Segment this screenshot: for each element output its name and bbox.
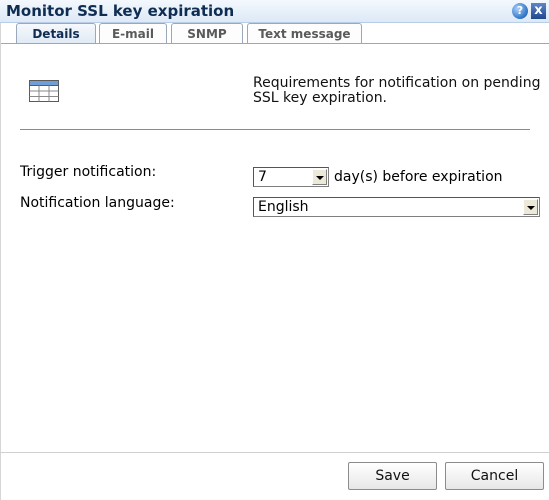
tab-snmp[interactable]: SNMP <box>171 23 243 43</box>
notification-language-select[interactable]: English <box>253 197 540 217</box>
monitor-ssl-dialog: Monitor SSL key expiration ? x Details E… <box>0 0 549 500</box>
dialog-left-border <box>0 23 1 500</box>
trigger-notification-label: Trigger notification: <box>20 164 157 180</box>
help-icon[interactable]: ? <box>512 3 528 19</box>
close-icon[interactable]: x <box>531 3 546 19</box>
notification-language-value: English <box>258 199 309 215</box>
tab-email[interactable]: E-mail <box>99 23 167 43</box>
dialog-title: Monitor SSL key expiration <box>6 2 235 20</box>
trigger-suffix-label: day(s) before expiration <box>334 169 503 185</box>
header-divider <box>20 129 530 130</box>
chevron-down-icon[interactable] <box>523 199 538 215</box>
cancel-button[interactable]: Cancel <box>445 462 544 490</box>
notification-language-label: Notification language: <box>20 195 175 211</box>
trigger-days-select[interactable]: 7 <box>253 167 329 187</box>
title-bar: Monitor SSL key expiration ? x <box>0 0 549 23</box>
tab-text-message[interactable]: Text message <box>247 23 362 43</box>
footer-divider <box>0 452 549 453</box>
save-button[interactable]: Save <box>348 462 437 490</box>
intro-description: Requirements for notification on pending… <box>253 75 541 106</box>
chevron-down-icon[interactable] <box>312 169 327 185</box>
table-icon <box>29 80 59 102</box>
trigger-days-value: 7 <box>258 169 267 185</box>
tab-underline <box>0 43 549 44</box>
tab-details[interactable]: Details <box>16 23 96 44</box>
